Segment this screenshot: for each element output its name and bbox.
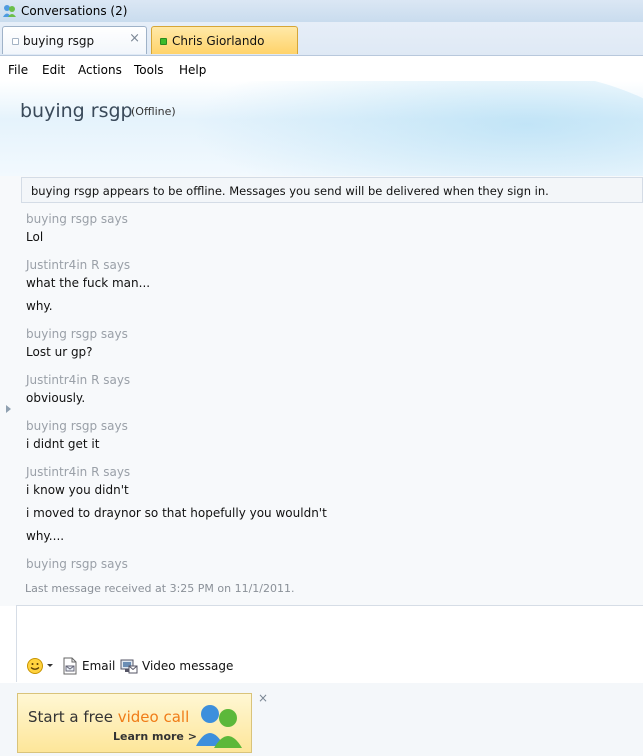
video-call-ad[interactable]: Start a free video call Learn more >: [17, 693, 252, 753]
ad-area: Start a free video call Learn more > ×: [0, 683, 643, 756]
message-text: i moved to draynor so that hopefully you…: [26, 506, 327, 520]
message-sender: buying rsgp says: [26, 212, 128, 226]
menu-bar: File Edit Actions Tools Help: [0, 57, 643, 81]
emoticon-button[interactable]: [26, 656, 54, 676]
tab-chris-giorlando[interactable]: Chris Giorlando: [151, 26, 298, 54]
tab-label: buying rsgp: [23, 34, 95, 48]
message-sender: Justintr4in R says: [26, 258, 131, 272]
contact-name[interactable]: buying rsgp: [20, 100, 133, 122]
message-text: Lost ur gp?: [26, 345, 93, 359]
input-toolbar: Email Video message: [17, 656, 643, 678]
message-sender: buying rsgp says: [26, 557, 128, 571]
conversation-tabs: buying rsgp × Chris Giorlando: [0, 22, 643, 56]
video-message-button[interactable]: Video message: [120, 656, 233, 676]
message-history[interactable]: buying rsgp says Lol Justintr4in R says …: [0, 206, 643, 579]
message-input[interactable]: Email Video message: [16, 605, 643, 682]
ad-headline-highlight: video call: [117, 708, 190, 726]
ad-headline-start: Start a free: [28, 708, 118, 726]
window-titlebar: Conversations (2): [0, 0, 643, 22]
messenger-buddies-icon: [196, 705, 242, 748]
message-sender: Justintr4in R says: [26, 373, 131, 387]
message-text: why.: [26, 299, 53, 313]
ad-close-icon[interactable]: ×: [258, 691, 268, 705]
window-title: Conversations (2): [21, 4, 128, 18]
message-text: what the fuck man...: [26, 276, 151, 290]
email-label: Email: [82, 659, 116, 673]
message-sender: Justintr4in R says: [26, 465, 131, 479]
tab-buying-rsgp[interactable]: buying rsgp ×: [2, 26, 147, 54]
offline-notice-text: buying rsgp appears to be offline. Messa…: [31, 184, 549, 198]
menu-help[interactable]: Help: [179, 63, 206, 77]
smiley-icon: [27, 658, 43, 674]
messenger-icon: [3, 5, 16, 17]
tab-close-icon[interactable]: ×: [129, 32, 140, 46]
message-sender: buying rsgp says: [26, 419, 128, 433]
online-status-icon: [160, 38, 167, 45]
contact-status: (Offline): [131, 105, 176, 118]
menu-file[interactable]: File: [8, 63, 28, 77]
conversation-panel: buying rsgp appears to be offline. Messa…: [0, 176, 643, 606]
message-text: why....: [26, 529, 65, 543]
menu-tools[interactable]: Tools: [134, 63, 164, 77]
message-text: i didnt get it: [26, 437, 100, 451]
message-sender: buying rsgp says: [26, 327, 128, 341]
ad-headline: Start a free video call: [28, 708, 189, 726]
message-text: obviously.: [26, 391, 86, 405]
email-icon: [63, 657, 77, 675]
email-button[interactable]: Email: [62, 656, 115, 676]
offline-notice: buying rsgp appears to be offline. Messa…: [21, 177, 643, 203]
chevron-down-icon: [47, 664, 53, 667]
header-background: [163, 81, 643, 176]
message-text: i know you didn't: [26, 483, 129, 497]
offline-status-icon: [12, 38, 19, 45]
last-message-status: Last message received at 3:25 PM on 11/1…: [25, 582, 295, 595]
video-message-icon: [120, 659, 138, 674]
video-message-label: Video message: [142, 659, 234, 673]
menu-actions[interactable]: Actions: [78, 63, 122, 77]
message-text: Lol: [26, 230, 44, 244]
contact-header: buying rsgp (Offline): [0, 81, 643, 176]
learn-more-link[interactable]: Learn more >: [113, 730, 197, 743]
menu-edit[interactable]: Edit: [42, 63, 65, 77]
tab-label: Chris Giorlando: [172, 34, 265, 48]
